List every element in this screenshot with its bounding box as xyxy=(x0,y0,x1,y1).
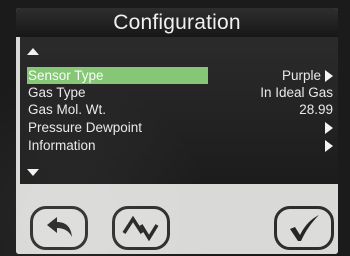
menu-row-label: Pressure Dewpoint xyxy=(28,120,143,135)
menu-row-label: Sensor Type xyxy=(27,67,208,84)
up-down-button[interactable] xyxy=(112,206,170,250)
triangle-up-icon[interactable] xyxy=(27,48,39,55)
button-bar xyxy=(16,184,338,254)
menu-row-value: 28.99 xyxy=(299,102,333,117)
menu-row-value: In Ideal Gas xyxy=(260,85,333,100)
menu-row-value: Purple xyxy=(281,68,321,83)
menu-panel: Sensor Type Purple Gas Type In Ideal Gas… xyxy=(20,37,338,184)
menu-row-gas-mol-wt[interactable]: Gas Mol. Wt. 28.99 xyxy=(28,101,333,118)
menu-row-label: Information xyxy=(28,138,96,153)
menu-row-label: Gas Type xyxy=(28,85,86,100)
device-screen: Configuration Sensor Type Purple Gas Typ… xyxy=(16,8,338,254)
menu-row-label: Gas Mol. Wt. xyxy=(28,102,107,117)
page-title: Configuration xyxy=(16,8,338,37)
triangle-down-icon[interactable] xyxy=(27,169,39,176)
triangle-right-icon xyxy=(325,140,333,152)
checkmark-icon xyxy=(290,215,319,241)
back-arrow-icon xyxy=(47,217,72,237)
menu-row-gas-type[interactable]: Gas Type In Ideal Gas xyxy=(28,84,333,101)
menu-row-sensor-type[interactable]: Sensor Type Purple xyxy=(27,67,333,84)
back-button[interactable] xyxy=(30,206,88,250)
menu-row-pressure-dewpoint[interactable]: Pressure Dewpoint xyxy=(28,119,333,136)
menu-row-information[interactable]: Information xyxy=(28,137,333,154)
triangle-right-icon xyxy=(325,70,333,82)
triangle-right-icon xyxy=(325,122,333,134)
up-down-arrows-icon xyxy=(122,215,159,241)
confirm-button[interactable] xyxy=(274,206,334,250)
